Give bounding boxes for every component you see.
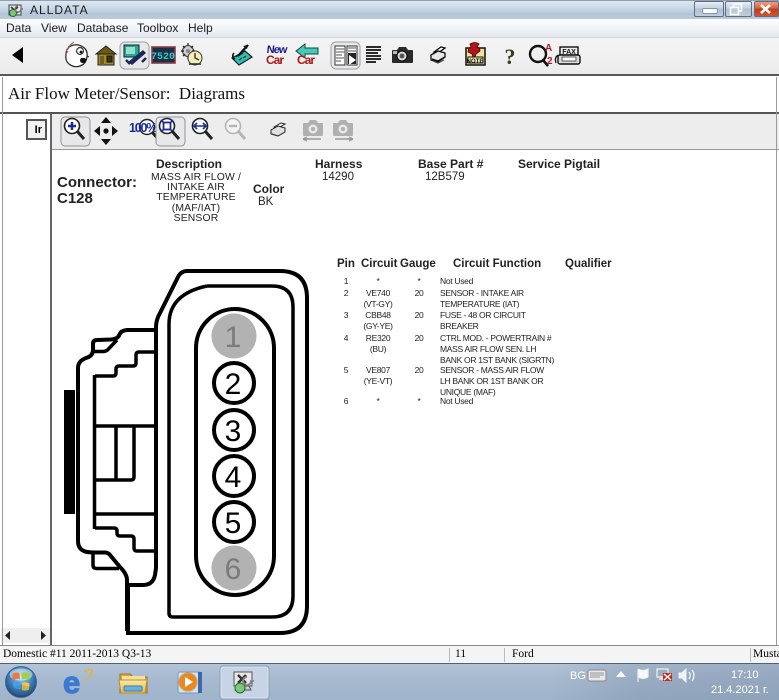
- svg-text:BG: BG: [570, 670, 586, 682]
- svg-text:Car: Car: [266, 53, 284, 67]
- svg-text:2: 2: [225, 368, 242, 401]
- svg-text:6: 6: [225, 553, 242, 586]
- svg-text:3: 3: [225, 415, 242, 448]
- svg-text:NOTE: NOTE: [467, 59, 484, 65]
- svg-text:e: e: [63, 665, 80, 700]
- svg-text:?: ?: [505, 44, 516, 69]
- svg-text:17:10: 17:10: [731, 669, 759, 681]
- svg-text:1: 1: [225, 321, 242, 354]
- svg-text:4: 4: [225, 461, 242, 494]
- svg-text:Car: Car: [297, 53, 315, 67]
- svg-text:5: 5: [225, 507, 242, 540]
- svg-text:2: 2: [547, 56, 553, 67]
- svg-text:100%: 100%: [129, 121, 157, 135]
- svg-text:21.4.2021 г.: 21.4.2021 г.: [711, 684, 769, 696]
- svg-text:7520: 7520: [151, 52, 175, 63]
- svg-text:A: A: [545, 43, 552, 54]
